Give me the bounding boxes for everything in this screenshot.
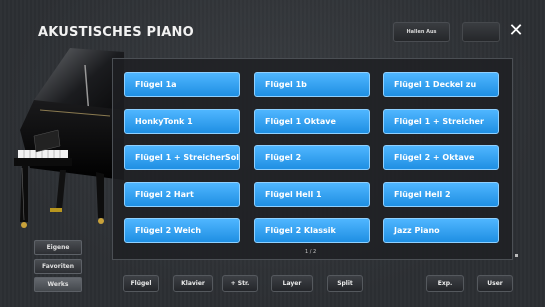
sound-selection-screen: AKUSTISCHES PIANO Hallen Aus ✕ Flügel 1a… — [0, 0, 545, 307]
sound-button[interactable]: Flügel 2 — [254, 145, 370, 170]
hide-button[interactable]: Hallen Aus — [393, 22, 450, 42]
sound-button[interactable]: Flügel 2 Weich — [124, 218, 240, 243]
page-title: AKUSTISCHES PIANO — [38, 25, 194, 40]
sound-button[interactable]: HonkyTonk 1 — [124, 109, 240, 134]
sound-button[interactable]: Flügel 1a — [124, 72, 240, 97]
sound-button[interactable]: Flügel 2 Klassik — [254, 218, 370, 243]
fluegel-button[interactable]: Flügel — [123, 275, 159, 292]
eigene-button[interactable]: Eigene — [34, 240, 82, 255]
page-indicator: 1 / 2 — [305, 249, 317, 255]
sound-button[interactable]: Flügel 1b — [254, 72, 370, 97]
streicher-button[interactable]: + Str. — [222, 275, 258, 292]
sound-button[interactable]: Flügel 1 Deckel zu — [383, 72, 499, 97]
sound-button[interactable]: Flügel 2 Hart — [124, 182, 240, 207]
favoriten-button[interactable]: Favoriten — [34, 259, 82, 274]
sound-button[interactable]: Flügel 1 + StreicherSolo — [124, 145, 240, 170]
blank-button[interactable] — [462, 22, 500, 42]
sound-button[interactable]: Flügel Hell 2 — [383, 182, 499, 207]
werks-button[interactable]: Werks — [34, 277, 82, 292]
sound-button[interactable]: Flügel Hell 1 — [254, 182, 370, 207]
sound-button[interactable]: Jazz Piano — [383, 218, 499, 243]
sound-button[interactable]: Flügel 1 + Streicher — [383, 109, 499, 134]
exp-button[interactable]: Exp. — [426, 275, 464, 292]
split-button[interactable]: Split — [327, 275, 363, 292]
sound-list-panel: Flügel 1a Flügel 1b Flügel 1 Deckel zu H… — [112, 58, 513, 260]
layer-button[interactable]: Layer — [271, 275, 313, 292]
klavier-button[interactable]: Klavier — [173, 275, 213, 292]
sound-button[interactable]: Flügel 2 + Oktave — [383, 145, 499, 170]
sound-button[interactable]: Flügel 1 Oktave — [254, 109, 370, 134]
close-icon[interactable]: ✕ — [505, 20, 527, 42]
grand-piano-icon — [14, 48, 124, 228]
user-button[interactable]: User — [477, 275, 513, 292]
scroll-indicator — [515, 254, 518, 257]
